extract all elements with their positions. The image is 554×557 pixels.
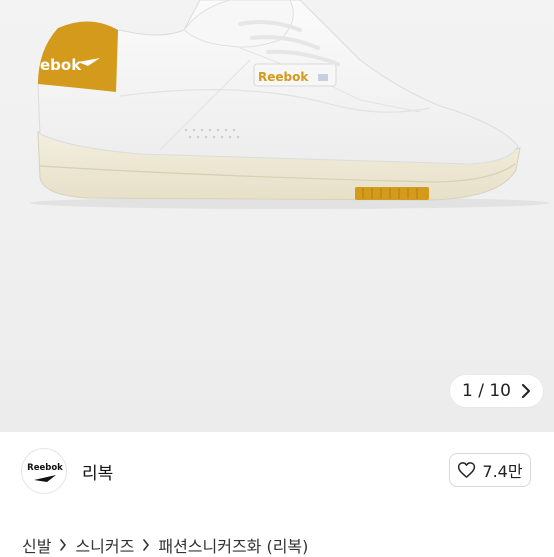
product-image-sneaker: ebok Reebok xyxy=(30,0,550,209)
chevron-right-icon xyxy=(60,539,67,551)
brand-logo-text: Reebok xyxy=(27,463,63,473)
image-counter[interactable]: 1 / 10 xyxy=(450,375,543,407)
heel-logo-text: ebok xyxy=(40,56,82,74)
breadcrumb-item-shoes[interactable]: 신발 xyxy=(22,533,51,557)
breadcrumb-item-sneakers[interactable]: 스니커즈 xyxy=(75,533,134,557)
product-image-gallery[interactable]: ebok Reebok 1 / 10 xyxy=(0,0,554,432)
brand-name[interactable]: 리복 xyxy=(82,459,113,484)
chevron-right-icon xyxy=(521,384,530,398)
reebok-logo-icon: Reebok xyxy=(27,463,63,482)
heart-icon xyxy=(458,462,476,478)
like-count: 7.4만 xyxy=(482,462,523,481)
breadcrumb-item-fashion-sneakers[interactable]: 패션스니커즈화 (리복) xyxy=(158,533,308,557)
like-button[interactable]: 7.4만 xyxy=(449,453,531,487)
chevron-right-icon xyxy=(143,539,150,551)
brand-logo[interactable]: Reebok xyxy=(21,448,67,494)
breadcrumb: 신발 스니커즈 패션스니커즈화 (리복) xyxy=(22,533,308,557)
image-counter-text: 1 / 10 xyxy=(462,381,511,401)
side-logo-text: Reebok xyxy=(258,70,309,84)
